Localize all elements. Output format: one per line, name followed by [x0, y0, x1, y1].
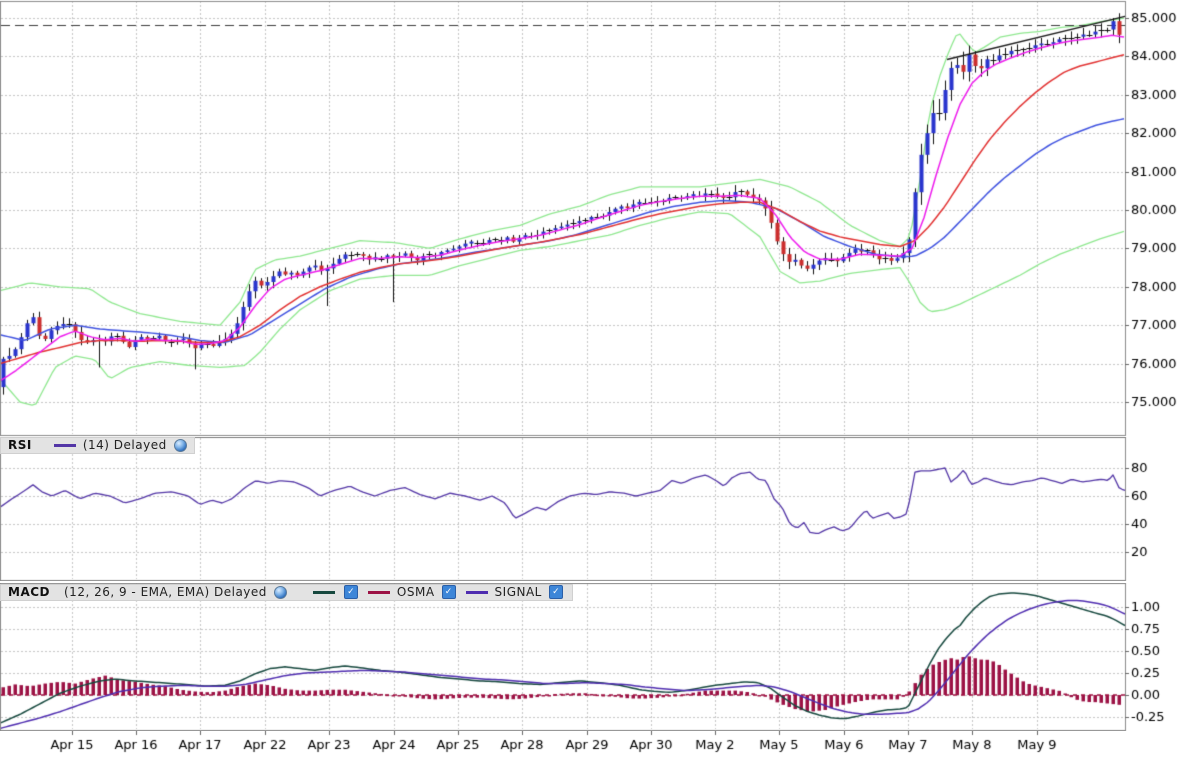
macd-line-swatch-icon [313, 591, 335, 594]
signal-line-swatch-icon [466, 591, 488, 594]
osma-checkbox[interactable]: ✓ [442, 585, 456, 599]
rsi-params-label: (14) Delayed [83, 438, 167, 452]
osma-line-swatch-icon [368, 591, 390, 594]
macd-params-label: (12, 26, 9 - EMA, EMA) Delayed [64, 585, 267, 599]
rsi-chart-canvas[interactable] [0, 437, 1178, 581]
rsi-indicator-title: RSI [8, 438, 32, 452]
macd-line-checkbox[interactable]: ✓ [344, 585, 358, 599]
macd-legend: MACD (12, 26, 9 - EMA, EMA) Delayed ✓ OS… [0, 584, 573, 601]
delayed-data-globe-icon [274, 586, 287, 599]
macd-indicator-title: MACD [8, 585, 50, 599]
macd-legend-bar: MACD (12, 26, 9 - EMA, EMA) Delayed ✓ OS… [0, 584, 573, 600]
signal-checkbox[interactable]: ✓ [549, 585, 563, 599]
price-chart-canvas[interactable] [0, 0, 1178, 437]
signal-label: SIGNAL [495, 585, 542, 599]
delayed-data-globe-icon [174, 439, 187, 452]
rsi-legend-bar: RSI (14) Delayed [0, 437, 195, 453]
osma-label: OSMA [397, 585, 435, 599]
rsi-legend: RSI (14) Delayed [0, 437, 195, 454]
rsi-line-swatch-icon [54, 444, 76, 447]
date-axis [0, 731, 1178, 757]
trading-chart-window: RSI (14) Delayed MACD (12, 26, 9 - EMA, … [0, 0, 1178, 757]
macd-chart-canvas[interactable] [0, 583, 1178, 731]
